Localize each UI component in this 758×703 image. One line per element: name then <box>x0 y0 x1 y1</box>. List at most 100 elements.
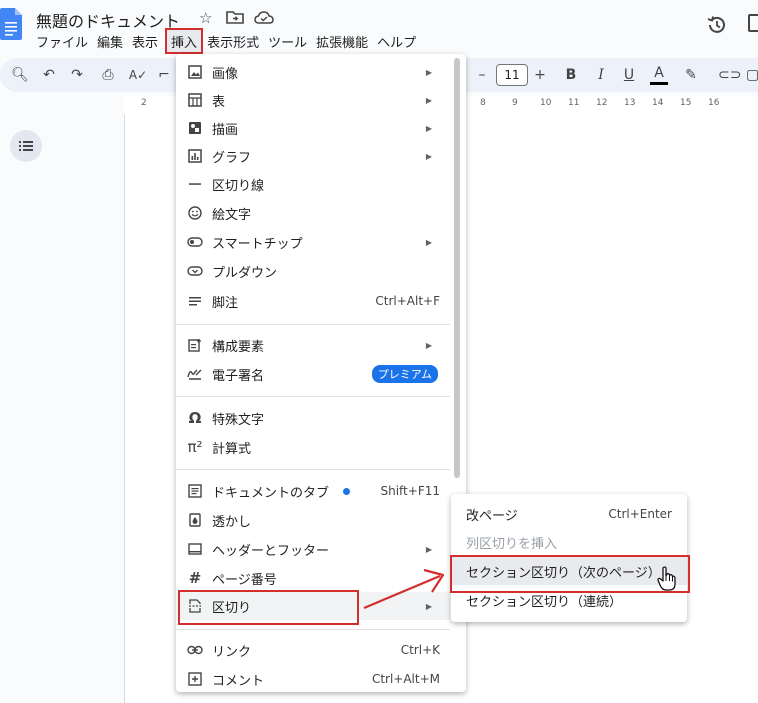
cloud-saved-icon[interactable] <box>254 10 274 24</box>
image-icon <box>187 64 203 80</box>
redo-icon[interactable]: ↷ <box>68 64 86 86</box>
submenu-arrow-icon: ▶ <box>425 544 432 554</box>
insert-link-icon[interactable]: ⊂⊃ <box>718 64 741 86</box>
submenu-arrow-icon: ▶ <box>425 151 432 161</box>
add-comment-icon[interactable]: ▢ <box>746 64 758 86</box>
comment-icon <box>187 671 203 687</box>
menu-divider <box>176 324 450 325</box>
menu-item-dropdown[interactable]: プルダウン <box>176 257 450 285</box>
menu-divider <box>176 629 450 630</box>
menu-format[interactable]: 表示形式 <box>207 30 266 52</box>
menu-item-document-tabs[interactable]: ドキュメントのタブ Shift+F11 <box>176 477 450 505</box>
menu-item-horizontal-line[interactable]: 区切り線 <box>176 170 450 198</box>
menu-help[interactable]: ヘルプ <box>377 30 423 52</box>
text-color-button[interactable]: A <box>650 64 668 85</box>
bold-button[interactable]: B <box>563 64 579 86</box>
ruler-number: 13 <box>624 98 636 108</box>
section-break-highlight <box>450 555 690 593</box>
menu-item-comment[interactable]: コメント Ctrl+Alt+M <box>176 665 450 693</box>
horizontal-line-icon <box>187 176 203 192</box>
submenu-arrow-icon: ▶ <box>425 123 432 133</box>
ruler-number: 11 <box>568 98 580 108</box>
building-blocks-icon <box>187 337 203 353</box>
header-footer-icon <box>187 541 203 557</box>
link-icon <box>187 642 203 658</box>
submenu-arrow-icon: ▶ <box>425 237 432 247</box>
menu-item-headers-footers[interactable]: ヘッダーとフッター ▶ <box>176 535 450 563</box>
increase-font-size-button[interactable]: + <box>532 64 548 86</box>
submenu-item-column-break: 列区切りを挿入 <box>466 536 558 552</box>
omega-icon: Ω <box>188 409 202 427</box>
menu-item-special-characters[interactable]: Ω 特殊文字 <box>176 404 450 432</box>
menu-item-esignature[interactable]: 電子署名 プレミアム <box>176 360 450 388</box>
menu-file[interactable]: ファイル <box>36 30 95 52</box>
chart-icon <box>187 148 203 164</box>
table-icon <box>187 92 203 108</box>
document-outline-button[interactable] <box>10 130 42 162</box>
tab-icon <box>187 483 203 499</box>
break-item-highlight <box>178 590 359 625</box>
emoji-icon <box>187 205 203 221</box>
undo-icon[interactable]: ↶ <box>40 64 58 86</box>
menu-divider <box>176 469 450 470</box>
menu-item-smart-chips[interactable]: スマートチップ ▶ <box>176 228 450 256</box>
font-size-input[interactable]: 11 <box>496 64 528 86</box>
outline-list-icon <box>19 141 33 151</box>
decrease-font-size-button[interactable]: – <box>474 64 490 86</box>
move-folder-icon[interactable] <box>226 10 244 24</box>
submenu-item-page-break[interactable]: 改ページ Ctrl+Enter <box>451 500 687 528</box>
comments-panel-icon[interactable] <box>748 14 758 32</box>
version-history-icon[interactable] <box>706 14 728 36</box>
menu-item-emoji[interactable]: 絵文字 <box>176 199 450 227</box>
dropdown-icon <box>187 263 203 279</box>
star-icon[interactable]: ☆ <box>199 9 212 27</box>
menu-bar: ファイル 編集 表示 挿入 表示形式 ツール 拡張機能 ヘルプ <box>36 28 425 54</box>
ruler-number: 10 <box>540 98 552 108</box>
menu-view[interactable]: 表示 <box>132 30 165 52</box>
submenu-arrow-icon: ▶ <box>425 67 432 77</box>
submenu-arrow-icon: ▶ <box>425 95 432 105</box>
new-feature-dot <box>343 487 351 495</box>
italic-button[interactable]: I <box>593 64 609 86</box>
ruler-number: 16 <box>708 98 720 108</box>
menu-item-building-blocks[interactable]: 構成要素 ▶ <box>176 331 450 359</box>
menu-tools[interactable]: ツール <box>268 30 314 52</box>
menu-item-watermark[interactable]: 透かし <box>176 506 450 534</box>
pi-icon: π² <box>187 438 203 456</box>
menu-item-equation[interactable]: π² 計算式 <box>176 433 450 461</box>
ruler-number: 9 <box>512 98 518 108</box>
spellcheck-icon[interactable]: A✓ <box>128 64 148 86</box>
underline-button[interactable]: U <box>621 64 637 86</box>
ruler-number: 2 <box>141 98 147 108</box>
paint-format-icon[interactable]: ⌐ <box>156 64 172 86</box>
menu-item-drawing[interactable]: 描画 ▶ <box>176 114 450 142</box>
menu-insert[interactable]: 挿入 <box>165 28 204 54</box>
document-title[interactable]: 無題のドキュメント <box>36 8 180 32</box>
ruler-number: 14 <box>652 98 664 108</box>
annotation-arrow <box>363 568 445 610</box>
ruler-number: 12 <box>596 98 608 108</box>
menu-divider <box>176 396 450 397</box>
ruler-number: 15 <box>680 98 692 108</box>
premium-badge: プレミアム <box>371 365 438 383</box>
ruler-number: 8 <box>480 98 486 108</box>
hand-cursor-icon <box>657 566 676 591</box>
drawing-icon <box>187 120 203 136</box>
menu-edit[interactable]: 編集 <box>97 30 130 52</box>
menu-item-chart[interactable]: グラフ ▶ <box>176 142 450 170</box>
print-icon[interactable]: ⎙ <box>98 64 118 86</box>
menu-extensions[interactable]: 拡張機能 <box>316 30 375 52</box>
search-menus-icon[interactable]: 🔍︎ <box>10 64 30 86</box>
highlight-color-icon[interactable]: ✎ <box>682 64 700 86</box>
menu-item-table[interactable]: 表 ▶ <box>176 86 450 114</box>
menu-item-link[interactable]: リンク Ctrl+K <box>176 636 450 664</box>
menu-item-footnote[interactable]: 脚注 Ctrl+Alt+F <box>176 287 450 315</box>
docs-logo-icon[interactable] <box>0 8 22 40</box>
footnote-icon <box>187 293 203 309</box>
smart-chip-icon <box>187 234 203 250</box>
menu-item-image[interactable]: 画像 ▶ <box>176 58 450 86</box>
submenu-arrow-icon: ▶ <box>425 340 432 350</box>
watermark-icon <box>187 512 203 528</box>
signature-icon <box>187 366 203 382</box>
menu-scrollbar[interactable] <box>454 58 460 478</box>
